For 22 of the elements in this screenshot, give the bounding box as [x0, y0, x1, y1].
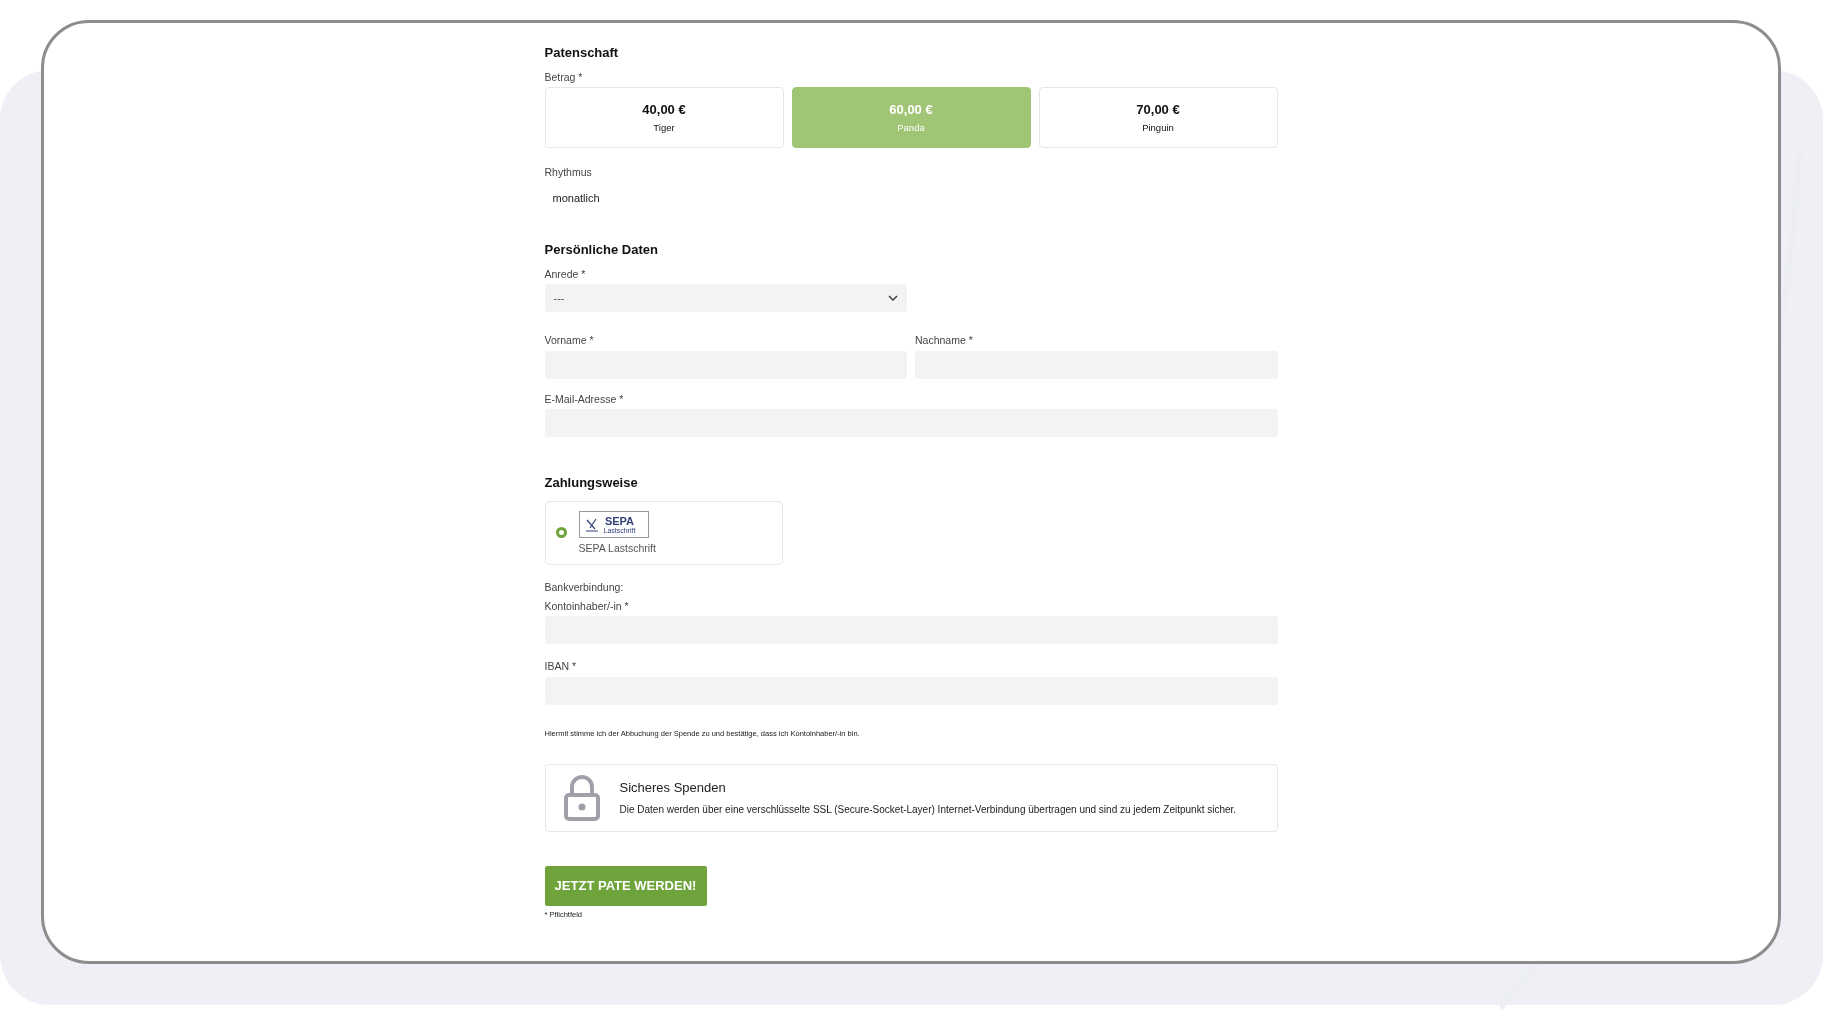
field-label: Rhythmus — [544, 166, 593, 179]
section-heading: Persönliche Daten — [544, 241, 659, 258]
chevron-down-icon — [888, 295, 898, 302]
field-label: Vorname * — [544, 334, 595, 347]
rhythm-value: monatlich — [552, 191, 600, 204]
security-title: Sicheres Spenden — [619, 780, 727, 796]
payment-label: SEPA Lastschrift — [578, 542, 656, 555]
section-heading: Patenschaft — [544, 45, 620, 61]
section-label: Bankverbindung: — [544, 580, 625, 594]
field-label: Betrag * — [544, 70, 584, 84]
radio-button[interactable] — [555, 527, 567, 539]
security-text: Die Daten werden über eine verschlüsselte SSL (Secure-Socket-Layer) Internet-Verbindung übertragen und sind zu jedem Zeitpunkt sicher. — [619, 803, 1237, 816]
select-field[interactable]: --- — [544, 284, 907, 313]
field-label: Kontoinhaber/-in * — [544, 599, 630, 613]
field-label: Anrede * — [544, 267, 587, 281]
field-label: Nachname * — [915, 334, 974, 347]
amount-option[interactable]: 70,00 € Pinguin — [1038, 87, 1278, 149]
amount-option[interactable]: 40,00 € Tiger — [544, 87, 784, 149]
padlock-icon — [563, 774, 600, 821]
section-heading: Zahlungsweise — [544, 475, 639, 491]
field-label: E-Mail-Adresse * — [544, 392, 625, 406]
field-label: IBAN * — [544, 660, 577, 673]
